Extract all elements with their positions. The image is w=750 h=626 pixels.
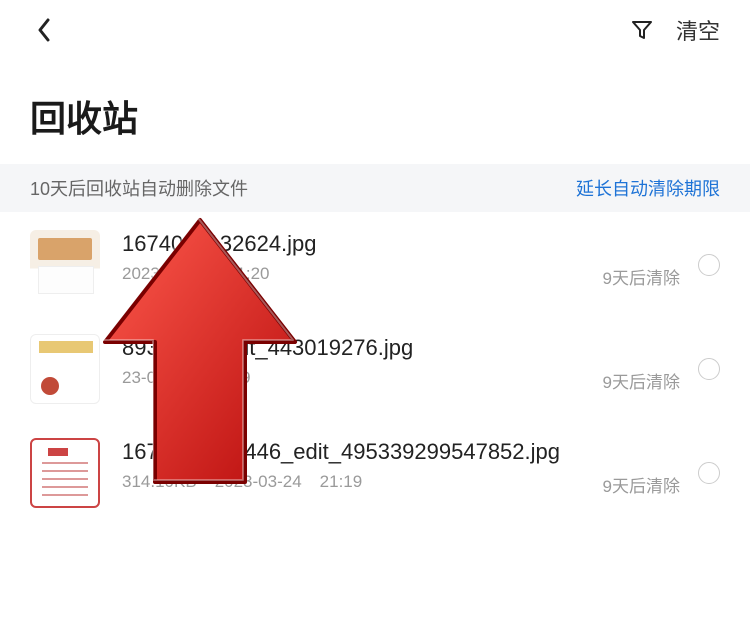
clear-all-button[interactable]: 清空: [676, 14, 720, 46]
chevron-left-icon: [36, 18, 52, 42]
file-expire: 9天后清除: [603, 264, 680, 289]
file-thumbnail: [30, 438, 100, 508]
file-name: 8930259_edit_443019276.jpg: [122, 334, 680, 362]
file-time: 21:20: [227, 264, 270, 289]
notice-text: 10天后回收站自动删除文件: [30, 175, 576, 201]
file-size: 314.10KB: [122, 472, 197, 497]
header: 清空: [0, 0, 750, 60]
file-meta: 1674087132624.jpg 2023-03-24 21:20 9天后清除: [100, 230, 680, 289]
file-name: 1674087132624.jpg: [122, 230, 680, 258]
file-name: 1674958944446_edit_495339299547852.jpg: [122, 438, 680, 466]
file-list: 1674087132624.jpg 2023-03-24 21:20 9天后清除…: [0, 212, 750, 524]
page-title: 回收站: [0, 60, 750, 164]
file-expire: 9天后清除: [603, 472, 680, 497]
list-item[interactable]: 8930259_edit_443019276.jpg 23-03-24 21:1…: [0, 316, 750, 420]
file-time: 21:19: [208, 368, 251, 393]
file-date: 23-03-24: [122, 368, 190, 393]
list-item[interactable]: 1674958944446_edit_495339299547852.jpg 3…: [0, 420, 750, 524]
file-date: 2023-03-24: [122, 264, 209, 289]
filter-icon: [630, 18, 654, 42]
select-radio[interactable]: [698, 462, 720, 484]
filter-button[interactable]: [628, 16, 656, 44]
file-thumbnail: [30, 334, 100, 404]
file-thumbnail: [30, 230, 100, 300]
back-button[interactable]: [30, 16, 58, 44]
auto-delete-notice: 10天后回收站自动删除文件 延长自动清除期限: [0, 164, 750, 212]
file-expire: 9天后清除: [603, 368, 680, 393]
list-item[interactable]: 1674087132624.jpg 2023-03-24 21:20 9天后清除: [0, 212, 750, 316]
file-meta: 1674958944446_edit_495339299547852.jpg 3…: [100, 438, 680, 497]
select-radio[interactable]: [698, 358, 720, 380]
select-radio[interactable]: [698, 254, 720, 276]
file-time: 21:19: [320, 472, 363, 497]
file-meta: 8930259_edit_443019276.jpg 23-03-24 21:1…: [100, 334, 680, 393]
extend-period-link[interactable]: 延长自动清除期限: [576, 175, 720, 201]
file-date: 2023-03-24: [215, 472, 302, 497]
